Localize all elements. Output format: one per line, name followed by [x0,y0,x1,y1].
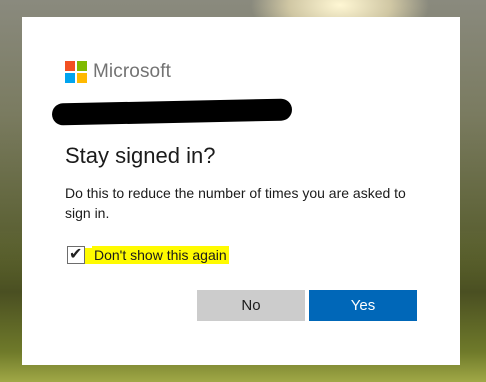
dialog-description: Do this to reduce the number of times yo… [65,185,406,221]
dont-show-again-checkbox[interactable]: ✔ [67,246,85,264]
brand-name: Microsoft [93,61,171,82]
dont-show-again-row[interactable]: ✔ Don't show this again [67,246,229,264]
redacted-account-email [51,98,293,126]
microsoft-logo-icon [65,61,87,83]
no-button[interactable]: No [197,290,305,321]
checkmark-icon: ✔ [69,246,83,263]
brand-header: Microsoft [65,61,171,83]
sign-in-dialog: Microsoft Stay signed in? Do this to red… [22,17,460,365]
dont-show-again-label[interactable]: Don't show this again [92,246,229,264]
yes-button[interactable]: Yes [309,290,417,321]
dialog-title: Stay signed in? [65,143,216,168]
